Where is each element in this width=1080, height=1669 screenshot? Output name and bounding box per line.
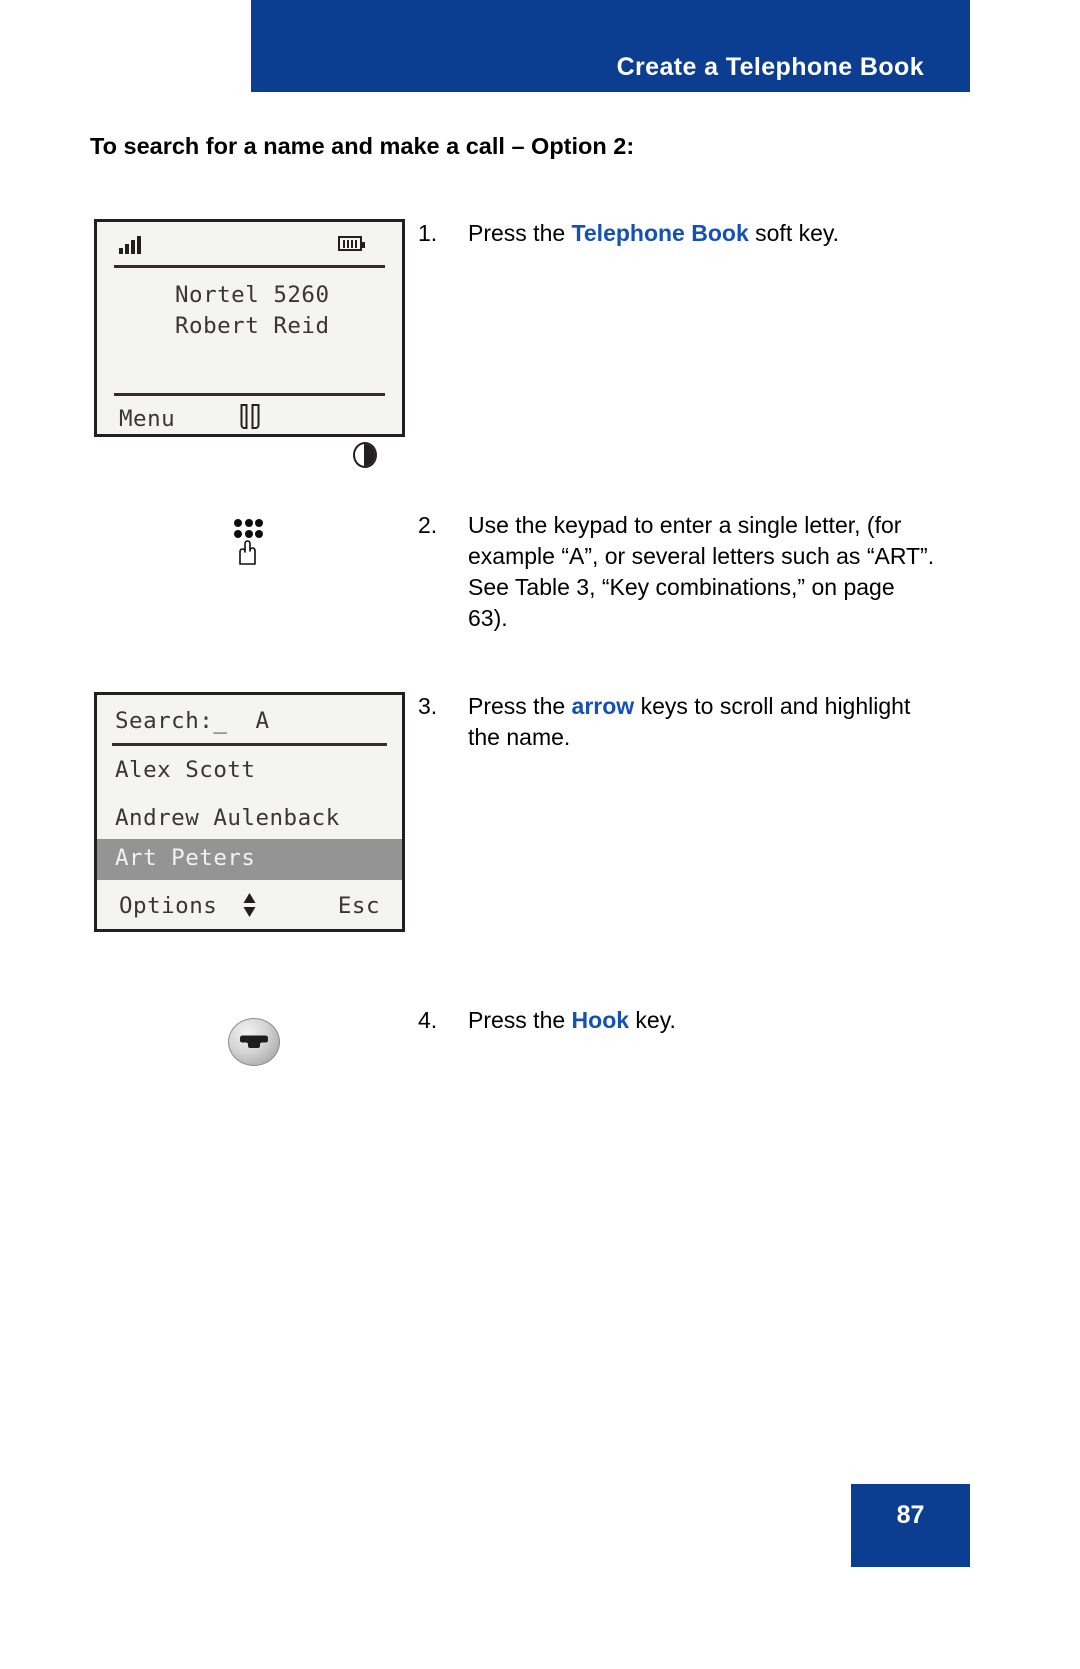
keypad-icon bbox=[231, 519, 267, 567]
step-number: 3. bbox=[418, 693, 438, 719]
signal-bars-icon bbox=[119, 234, 141, 254]
pressing-hand-icon bbox=[236, 539, 258, 565]
screen1-divider-top bbox=[114, 265, 385, 268]
list-item[interactable]: Alex Scott bbox=[97, 751, 402, 792]
screen2-softkey-row: Options Esc bbox=[97, 887, 402, 931]
step-keyword: Hook bbox=[571, 1007, 630, 1033]
step-text-before: Press the bbox=[468, 220, 572, 246]
page-header-title: Create a Telephone Book bbox=[616, 53, 924, 81]
step-keyword: arrow bbox=[571, 693, 635, 719]
up-down-arrow-icon[interactable] bbox=[243, 891, 256, 919]
handset-glyph bbox=[238, 1035, 270, 1049]
step-text-before: Press the bbox=[468, 1007, 572, 1033]
page-header-bar: Create a Telephone Book bbox=[251, 0, 970, 92]
screen1-text-line-1: Nortel 5260 bbox=[175, 282, 330, 308]
step-number: 4. bbox=[418, 1007, 438, 1033]
page-footer-bar: 87 bbox=[851, 1484, 970, 1567]
step-2: 2. Use the keypad to enter a single lett… bbox=[418, 510, 938, 634]
phone-status-row bbox=[97, 222, 402, 266]
search-input-line[interactable]: Search:_ A bbox=[115, 708, 270, 734]
list-item-selected[interactable]: Art Peters bbox=[97, 839, 402, 880]
step-text-before: Press the bbox=[468, 693, 572, 719]
step-number: 2. bbox=[418, 512, 438, 538]
list-item[interactable]: Andrew Aulenback bbox=[97, 799, 402, 840]
step-keyword: Telephone Book bbox=[571, 220, 749, 246]
screen1-text-line-2: Robert Reid bbox=[175, 313, 330, 339]
step-text: Use the keypad to enter a single letter,… bbox=[468, 512, 935, 631]
list-item-label: Alex Scott bbox=[115, 757, 256, 783]
step-text: Press the Telephone Book soft key. bbox=[468, 218, 839, 249]
phone-display-screen-2: Search:_ A Alex Scott Andrew Aulenback A… bbox=[94, 692, 405, 932]
step-text-after: key. bbox=[629, 1007, 676, 1033]
battery-icon bbox=[338, 236, 365, 251]
softkey-menu[interactable]: Menu bbox=[119, 406, 175, 432]
softkey-esc[interactable]: Esc bbox=[338, 893, 380, 919]
phone-display-screen-1: Nortel 5260 Robert Reid Menu bbox=[94, 219, 405, 468]
step-4: 4. Press the Hook key. bbox=[418, 1005, 676, 1036]
list-item-label: Art Peters bbox=[115, 845, 256, 871]
screen2-divider-top bbox=[112, 743, 387, 746]
section-heading: To search for a name and make a call – O… bbox=[90, 133, 635, 159]
step-text: Press the arrow keys to scroll and highl… bbox=[468, 691, 938, 753]
step-text-after: soft key. bbox=[748, 220, 840, 246]
step-number: 1. bbox=[418, 220, 438, 246]
half-moon-icon[interactable] bbox=[353, 406, 380, 504]
step-text: Press the Hook key. bbox=[468, 1005, 676, 1036]
page-number: 87 bbox=[896, 1501, 925, 1529]
softkey-options[interactable]: Options bbox=[119, 893, 217, 919]
hook-key-icon bbox=[228, 1018, 280, 1066]
step-3: 3. Press the arrow keys to scroll and hi… bbox=[418, 691, 938, 753]
keypad-dots bbox=[234, 519, 263, 538]
screen1-softkey-row: Menu bbox=[97, 400, 402, 468]
screen1-divider-bottom bbox=[114, 393, 385, 396]
list-item-label: Andrew Aulenback bbox=[115, 805, 340, 831]
step-1: 1. Press the Telephone Book soft key. bbox=[418, 218, 839, 249]
telephone-book-icon[interactable] bbox=[240, 404, 259, 429]
